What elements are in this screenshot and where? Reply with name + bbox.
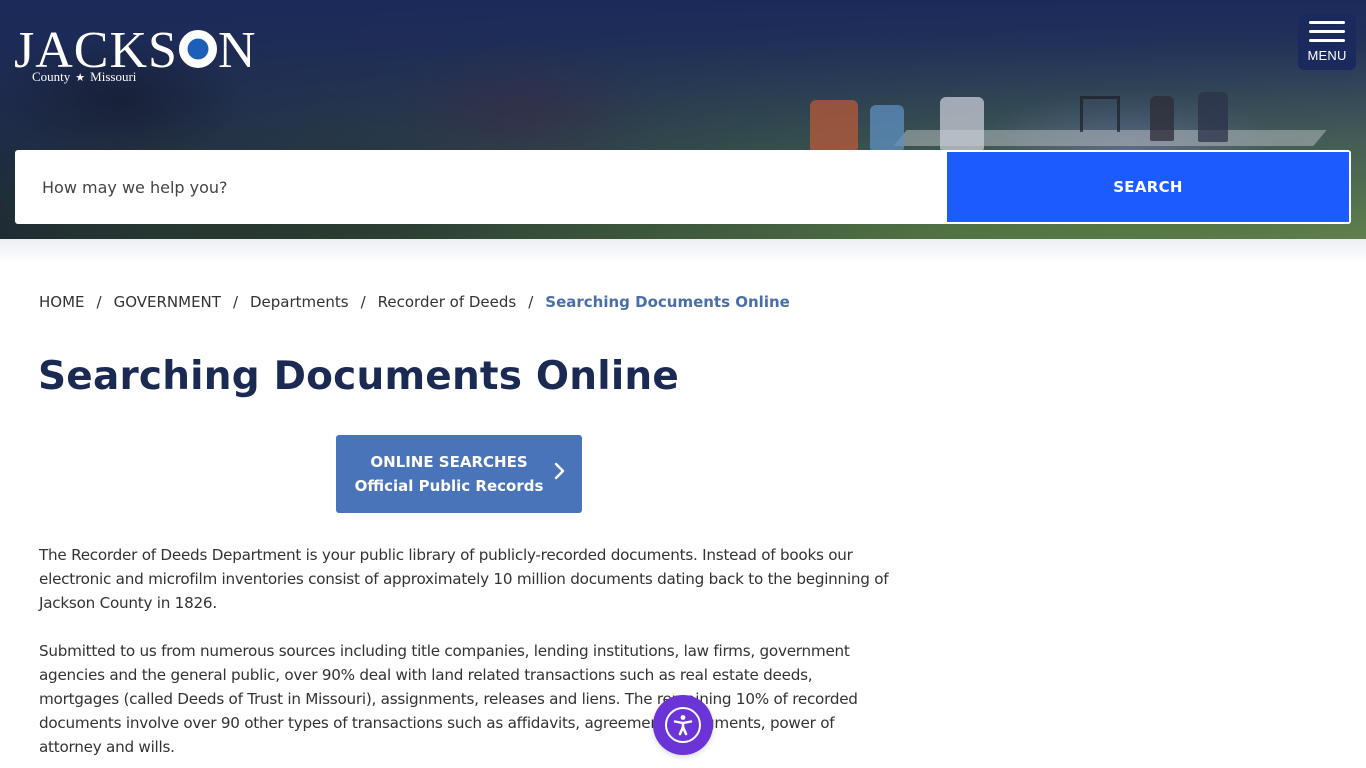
menu-button[interactable]: MENU <box>1298 14 1356 70</box>
hero-photo-person <box>1150 96 1174 141</box>
site-logo[interactable]: JACKS N County ★ Missouri <box>14 22 257 85</box>
online-searches-button[interactable]: ONLINE SEARCHES Official Public Records <box>336 435 582 513</box>
hero-photo-person <box>940 97 984 150</box>
breadcrumb-current: Searching Documents Online <box>545 293 790 311</box>
accessibility-button[interactable] <box>653 695 713 755</box>
hero-photo-person <box>810 100 858 150</box>
breadcrumb-separator: / <box>528 293 534 311</box>
logo-county: County <box>32 69 71 84</box>
hero-photo-person <box>1198 92 1228 142</box>
hero-photo-person <box>870 105 904 150</box>
intro-paragraph: The Recorder of Deeds Department is your… <box>39 546 889 612</box>
breadcrumb-separator: / <box>96 293 102 311</box>
breadcrumb-government[interactable]: GOVERNMENT <box>114 293 221 311</box>
logo-wordmark: JACKS N <box>14 22 257 79</box>
cta-line-2: Official Public Records <box>354 477 544 495</box>
logo-subtitle: County ★ Missouri <box>32 69 136 85</box>
chevron-right-icon <box>554 461 566 485</box>
hero-banner: JACKS N County ★ Missouri MENU SEARCH <box>0 0 1366 239</box>
hamburger-icon <box>1309 21 1345 43</box>
star-icon: ★ <box>75 72 86 84</box>
search-button[interactable]: SEARCH <box>947 152 1349 222</box>
cta-line-1: ONLINE SEARCHES <box>370 453 528 471</box>
sources-paragraph: Submitted to us from numerous sources in… <box>39 642 858 756</box>
breadcrumb-home[interactable]: HOME <box>39 293 85 311</box>
logo-state: Missouri <box>90 69 137 84</box>
hero-divider <box>0 239 1366 263</box>
search-input[interactable] <box>15 150 947 224</box>
accessibility-icon <box>665 707 701 743</box>
logo-text-left: JACKS <box>14 22 178 79</box>
site-search: SEARCH <box>15 150 1351 224</box>
hero-photo-bench <box>1080 96 1120 132</box>
online-searches-label: ONLINE SEARCHES Official Public Records <box>336 450 562 498</box>
breadcrumb-separator: / <box>232 293 238 311</box>
logo-text-right: N <box>217 22 257 79</box>
breadcrumb-departments[interactable]: Departments <box>250 293 349 311</box>
page-title: Searching Documents Online <box>38 354 680 399</box>
breadcrumb-separator: / <box>360 293 366 311</box>
menu-label: MENU <box>1307 48 1347 63</box>
breadcrumb: HOME / GOVERNMENT / Departments / Record… <box>39 293 790 311</box>
county-seal-icon <box>178 30 217 68</box>
breadcrumb-recorder-of-deeds[interactable]: Recorder of Deeds <box>378 293 517 311</box>
